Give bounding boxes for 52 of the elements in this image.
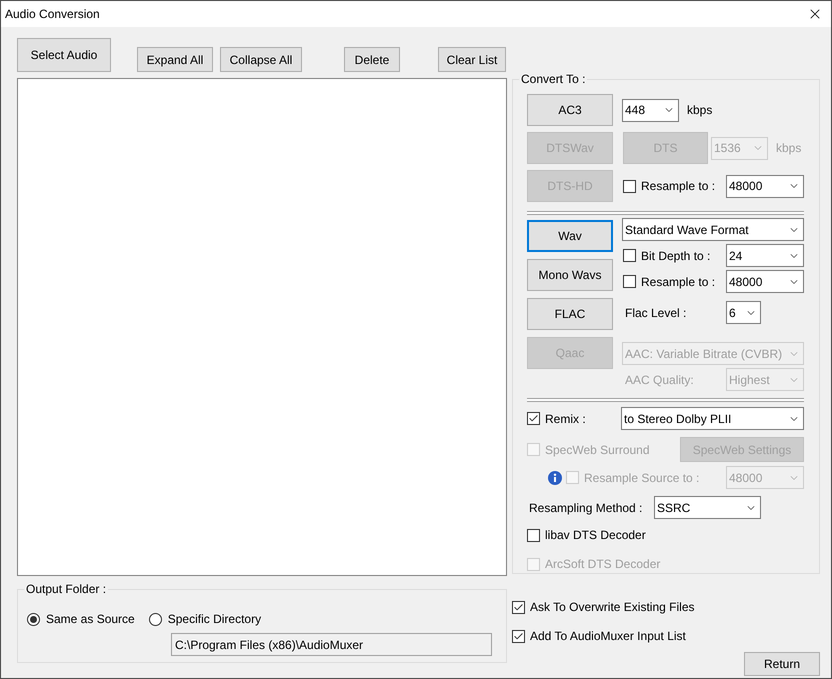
return-button[interactable]: Return [744, 652, 820, 676]
checkbox-label: ArcSoft DTS Decoder [545, 556, 660, 573]
group-title: Output Folder : [24, 582, 108, 596]
checkbox-label: Resample to : [641, 274, 716, 290]
format-button[interactable]: Wav [527, 220, 613, 252]
select-audio-button[interactable]: Select Audio [17, 38, 111, 72]
field-label: Resampling Method : [529, 500, 644, 516]
bitrate-dropdown[interactable]: 448 [622, 98, 679, 122]
checkbox[interactable] [527, 412, 540, 425]
radio-label: Same as Source [46, 611, 135, 628]
checkbox[interactable] [527, 528, 540, 542]
checkbox[interactable] [512, 600, 525, 614]
check-icon [513, 602, 524, 612]
window-title: Audio Conversion [5, 6, 100, 23]
unit-label: kbps [687, 102, 712, 119]
info-icon [548, 470, 562, 484]
sample-rate-dropdown[interactable]: 48000 [726, 270, 804, 293]
expand-all-button[interactable]: Expand All [137, 47, 213, 72]
wave-format-dropdown[interactable]: Standard Wave Format [622, 218, 804, 241]
checkbox[interactable] [623, 249, 636, 262]
unit-label: kbps [776, 140, 802, 157]
checkbox-label: Resample to : [641, 178, 716, 195]
bit-depth-dropdown[interactable]: 24 [726, 244, 804, 267]
checkbox-label: Resample Source to : [584, 470, 700, 486]
clear-list-button[interactable]: Clear List [438, 47, 506, 72]
check-icon [528, 413, 539, 424]
delete-button[interactable]: Delete [344, 47, 400, 72]
checkbox-label: Remix : [545, 410, 586, 428]
checkbox-label: Bit Depth to : [641, 248, 710, 264]
radio-button[interactable] [148, 612, 162, 626]
checkbox-label: SpecWeb Surround [545, 442, 650, 458]
remix-dropdown[interactable]: to Stereo Dolby PLII [621, 407, 804, 430]
checkbox-label: libav DTS Decoder [545, 527, 646, 544]
resampling-method-dropdown[interactable]: SSRC [654, 496, 761, 519]
checkbox[interactable] [623, 180, 636, 192]
radio-button[interactable] [27, 612, 40, 626]
checkbox-label: Add To AudioMuxer Input List [530, 628, 686, 645]
radio-label: Specific Directory [168, 611, 262, 628]
check-icon [513, 630, 524, 642]
checkbox[interactable] [623, 275, 636, 288]
format-button[interactable]: FLAC [527, 298, 613, 330]
collapse-all-button[interactable]: Collapse All [220, 47, 302, 72]
format-button[interactable]: Mono Wavs [527, 259, 613, 291]
flac-level-dropdown[interactable]: 6 [726, 301, 761, 324]
checkbox[interactable] [512, 630, 525, 642]
group-title: Convert To : [519, 72, 588, 86]
ac3-button[interactable]: AC3 [527, 94, 613, 126]
checkbox-label: Ask To Overwrite Existing Files [530, 599, 694, 616]
sample-rate-dropdown[interactable]: 48000 [726, 174, 804, 198]
field-label: AAC Quality: [625, 372, 695, 388]
path-field[interactable]: C:\Program Files (x86)\AudioMuxer [171, 633, 492, 656]
field-label: Flac Level : [625, 304, 688, 322]
